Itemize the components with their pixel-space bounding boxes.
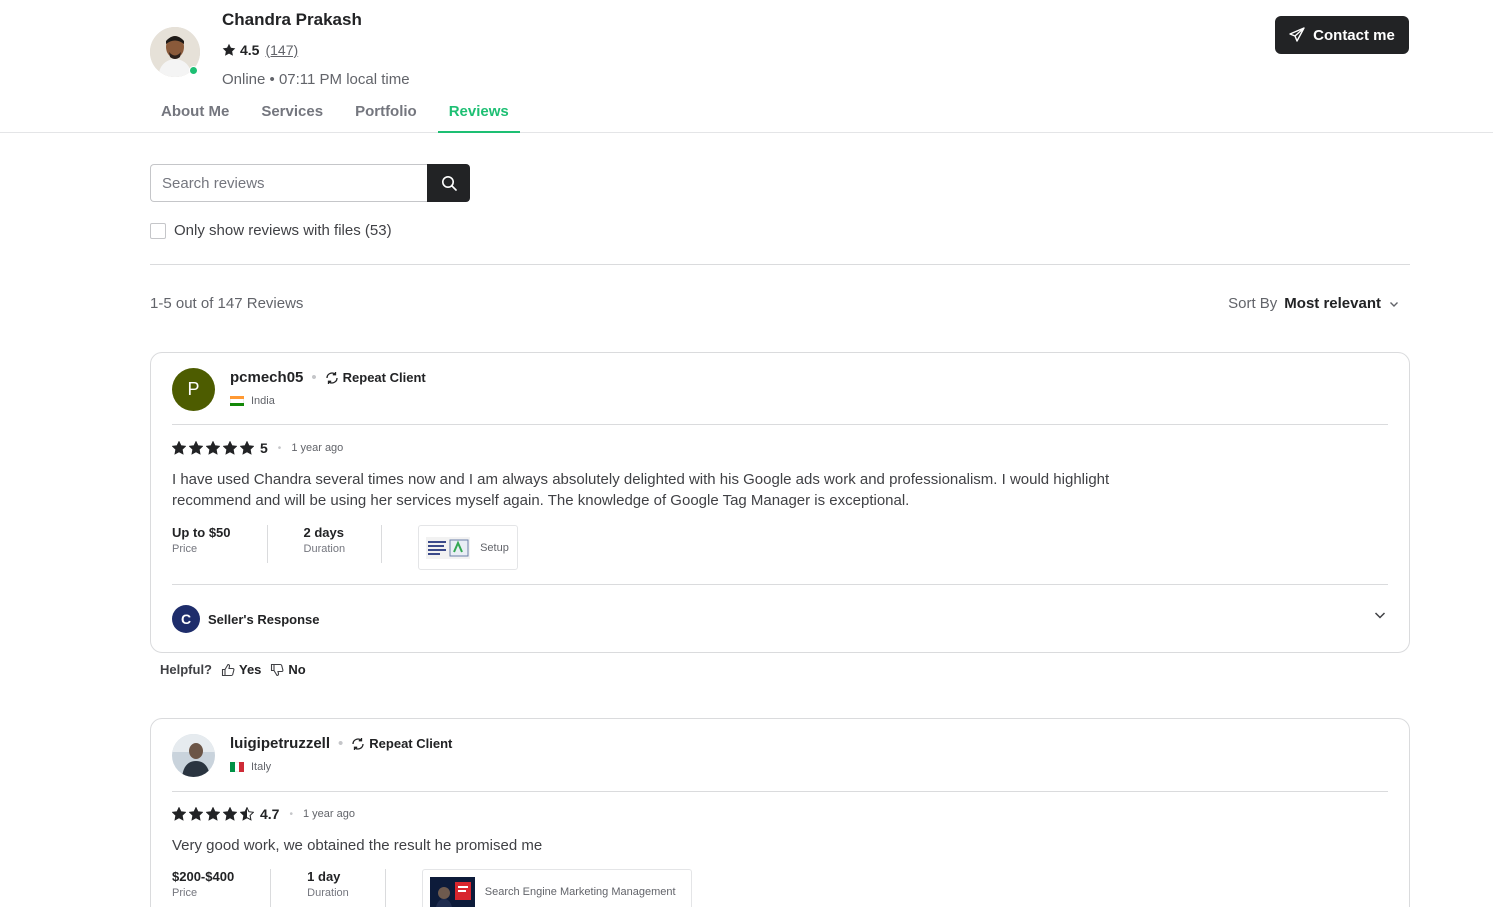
seller-response-avatar: C <box>172 605 200 633</box>
seller-avatar[interactable] <box>150 27 200 77</box>
separator-dot: • <box>277 442 282 454</box>
duration-label: Duration <box>303 543 346 555</box>
repeat-client-badge: Repeat Client <box>351 736 452 751</box>
files-checkbox[interactable] <box>150 222 166 239</box>
divider <box>150 264 1410 265</box>
duration-info: 2 days Duration <box>304 525 383 563</box>
helpful-yes-label: Yes <box>239 662 262 677</box>
review-text: Very good work, we obtained the result h… <box>172 837 543 854</box>
review-time: 1 year ago <box>302 808 355 820</box>
separator-dot: • <box>338 735 344 752</box>
tab-portfolio[interactable]: Portfolio <box>344 92 428 133</box>
repeat-icon <box>352 737 364 750</box>
seller-name[interactable]: Chandra Prakash <box>222 10 362 30</box>
helpful-vote: Helpful? Yes No <box>160 662 306 677</box>
search-input[interactable] <box>150 164 428 202</box>
reviewer-name-line: pcmech05 • Repeat Client <box>230 369 426 386</box>
sort-dropdown[interactable]: Sort By Most relevant <box>1228 295 1400 312</box>
duration-info: 1 day Duration <box>307 869 386 907</box>
seller-response-label: Seller's Response <box>208 611 320 627</box>
india-flag-icon <box>230 396 244 406</box>
card-divider <box>172 584 1388 585</box>
price-value: Up to $50 <box>172 525 231 540</box>
reviewer-country: India <box>230 395 275 407</box>
stars-icon <box>172 441 254 455</box>
repeat-client-label: Repeat Client <box>369 736 453 751</box>
contact-me-label: Contact me <box>1313 26 1395 44</box>
helpful-yes-button[interactable]: Yes <box>221 662 261 677</box>
rating-value: 5 <box>260 440 268 456</box>
reviewer-name[interactable]: pcmech05 <box>230 369 303 386</box>
review-meta: Up to $50 Price 2 days Duration Setup <box>172 525 519 570</box>
review-card: luigipetruzzell • Repeat Client Italy 4.… <box>150 718 1410 907</box>
reviewer-avatar <box>172 734 215 777</box>
reviewer-name[interactable]: luigipetruzzell <box>230 735 330 752</box>
star-icon <box>222 43 236 56</box>
price-info: $200-$400 Price <box>172 869 272 907</box>
seller-response-toggle[interactable]: C Seller's Response <box>172 605 319 633</box>
repeat-client-label: Repeat Client <box>342 370 426 385</box>
rating-score: 4.5 <box>240 42 260 58</box>
gig-chip[interactable]: Setup <box>418 525 519 570</box>
reviewer-avatar: P <box>172 368 215 411</box>
results-count: 1-5 out of 147 Reviews <box>150 295 304 312</box>
italy-flag-icon <box>230 762 245 772</box>
reviewer-name-line: luigipetruzzell • Repeat Client <box>230 735 452 752</box>
reviewer-country: Italy <box>230 761 271 773</box>
repeat-client-badge: Repeat Client <box>325 370 426 385</box>
review-search <box>150 164 470 202</box>
card-divider <box>172 791 1388 792</box>
review-rating: 4.7 • 1 year ago <box>172 806 355 822</box>
review-card: P pcmech05 • Repeat Client India 5 • 1 y… <box>150 352 1410 653</box>
review-text: I have used Chandra several times now an… <box>172 471 1110 509</box>
sort-label: Sort By <box>1228 295 1278 312</box>
tab-services[interactable]: Services <box>250 92 334 133</box>
send-icon <box>1289 27 1305 42</box>
profile-header: Chandra Prakash 4.5 (147) Online • 07:11… <box>0 0 1493 133</box>
profile-tabs: About Me Services Portfolio Reviews <box>150 92 530 133</box>
card-divider <box>172 424 1388 425</box>
seller-rating: 4.5 (147) <box>222 42 298 58</box>
repeat-icon <box>325 371 338 384</box>
duration-value: 2 days <box>303 525 344 540</box>
duration-label: Duration <box>307 887 349 899</box>
rating-value: 4.7 <box>260 806 280 822</box>
online-indicator <box>189 66 198 75</box>
search-button[interactable] <box>427 164 470 202</box>
gig-title: Search Engine Marketing Management <box>484 885 676 898</box>
review-meta: $200-$400 Price 1 day Duration Search En… <box>172 869 692 907</box>
thumbs-down-icon <box>271 663 284 676</box>
helpful-no-label: No <box>288 662 306 677</box>
files-filter[interactable]: Only show reviews with files (53) <box>150 222 392 239</box>
contact-me-button[interactable]: Contact me <box>1275 16 1409 54</box>
separator-dot: • <box>311 369 317 386</box>
stars-icon <box>172 807 254 821</box>
chevron-down-icon <box>1390 301 1398 307</box>
gig-title: Setup <box>480 541 509 554</box>
duration-value: 1 day <box>307 869 341 884</box>
tab-about-me[interactable]: About Me <box>150 92 240 133</box>
search-icon <box>441 176 457 191</box>
chevron-down-icon[interactable] <box>1373 608 1387 622</box>
price-label: Price <box>172 543 198 555</box>
files-filter-label: Only show reviews with files (53) <box>174 222 392 239</box>
thumbs-up-icon <box>221 663 235 676</box>
review-rating: 5 • 1 year ago <box>172 440 343 456</box>
helpful-label: Helpful? <box>160 662 212 677</box>
price-value: $200-$400 <box>172 869 235 884</box>
online-status: Online • 07:11 PM local time <box>222 71 410 88</box>
separator-dot: • <box>289 808 293 820</box>
gig-thumbnail <box>429 876 475 907</box>
gig-chip[interactable]: Search Engine Marketing Management <box>421 869 692 907</box>
tab-reviews[interactable]: Reviews <box>437 92 520 133</box>
helpful-no-button[interactable]: No <box>270 662 306 677</box>
country-name: Italy <box>251 761 272 773</box>
country-name: India <box>251 395 275 407</box>
review-time: 1 year ago <box>291 442 344 454</box>
price-info: Up to $50 Price <box>172 525 268 563</box>
price-label: Price <box>172 887 198 899</box>
rating-count-link[interactable]: (147) <box>265 42 298 58</box>
sort-value: Most relevant <box>1284 295 1381 312</box>
gig-thumbnail <box>426 536 471 559</box>
